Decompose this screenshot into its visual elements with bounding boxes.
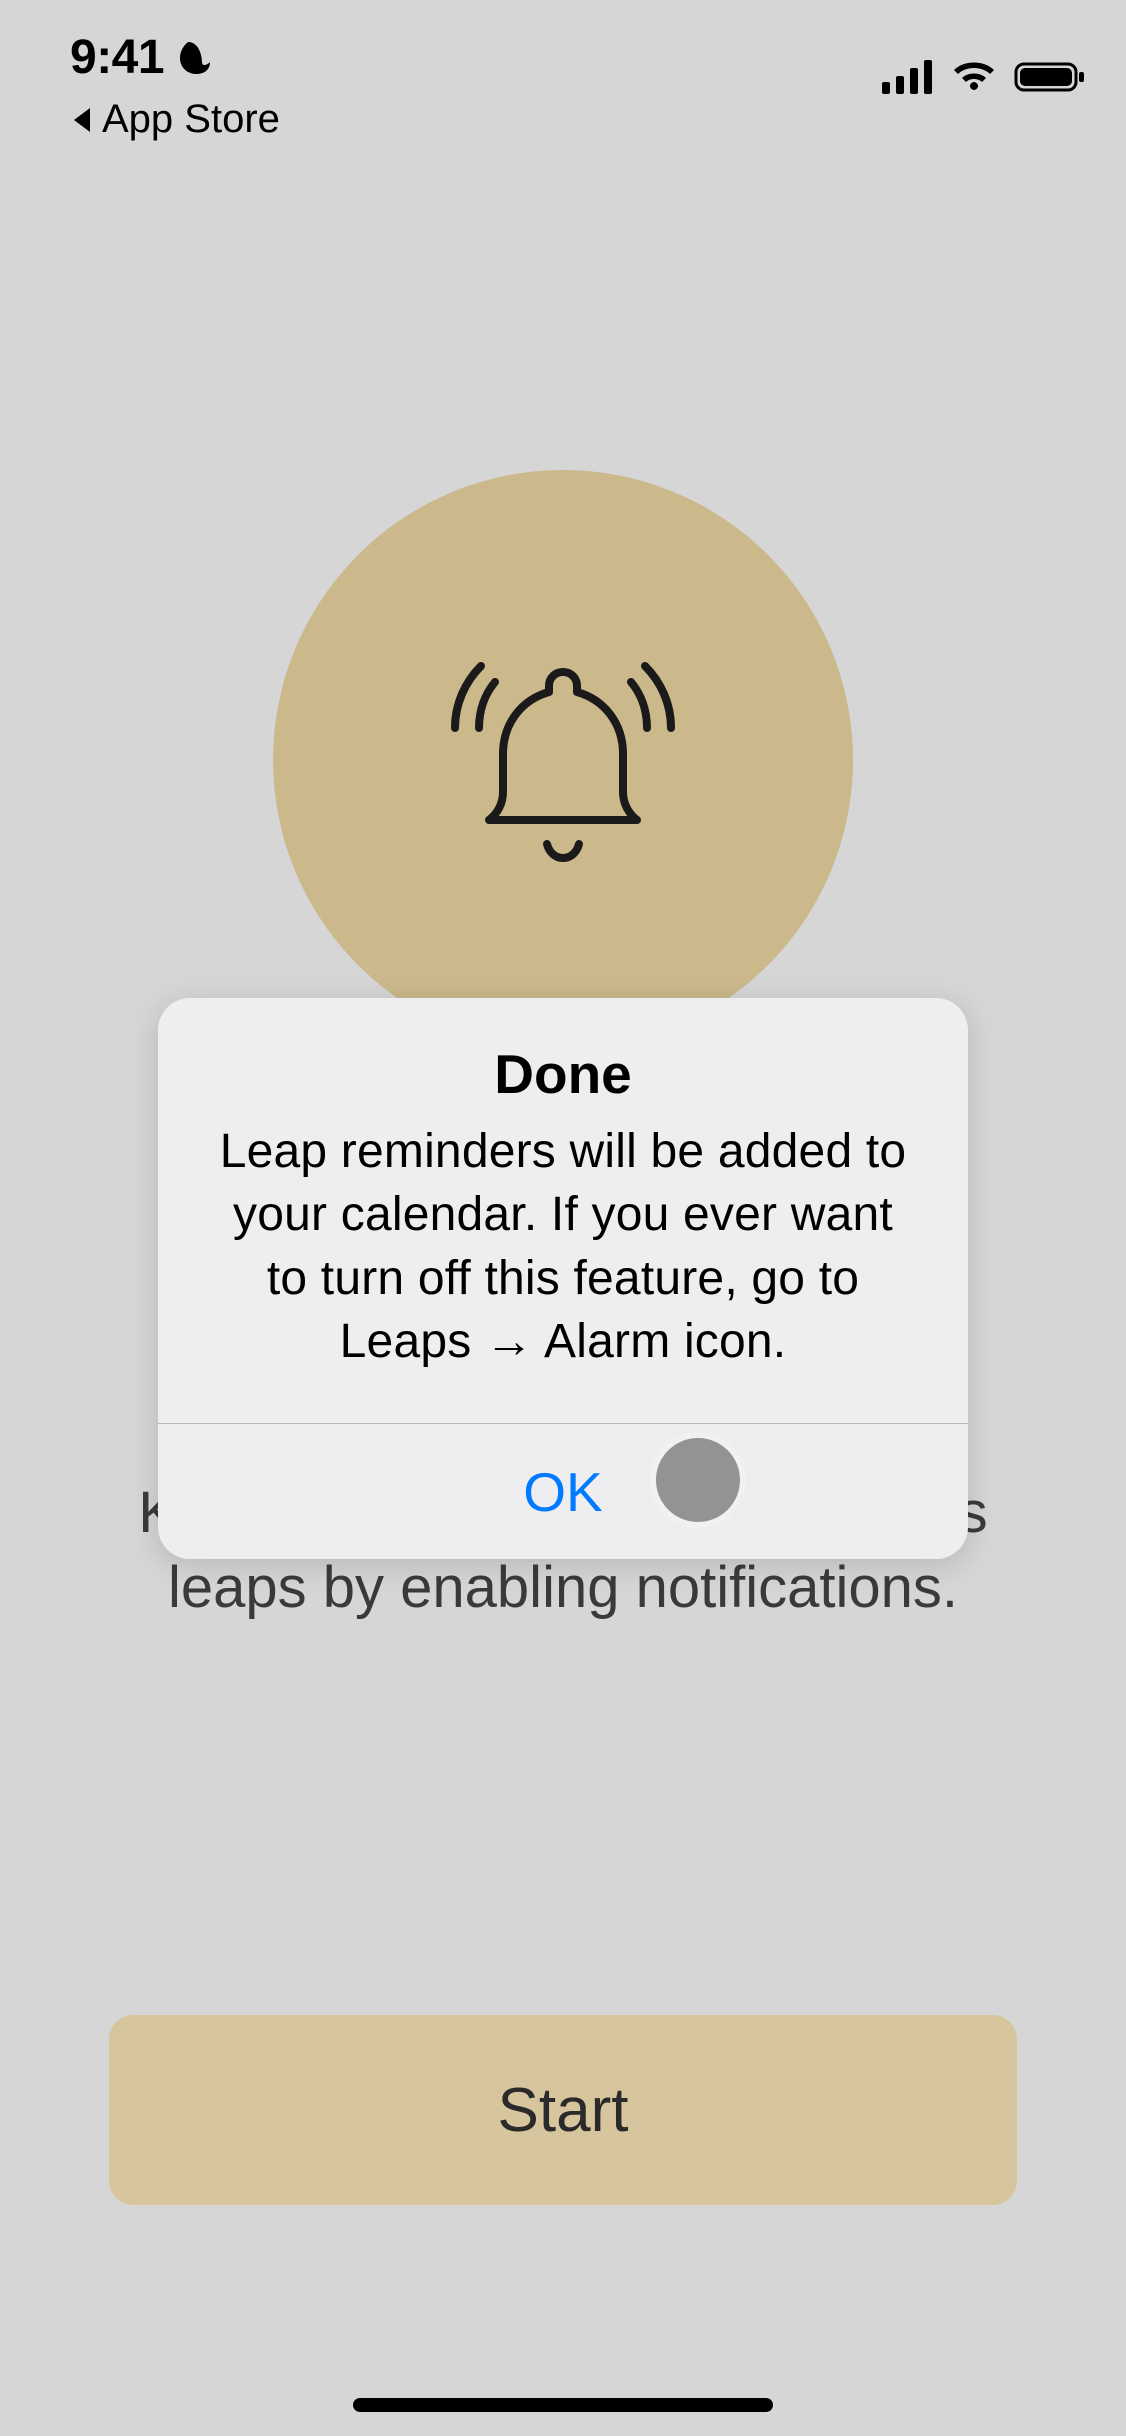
bell-illustration-circle xyxy=(273,470,853,1050)
touch-indicator xyxy=(650,1432,746,1528)
alert-ok-button[interactable]: OK xyxy=(158,1424,968,1559)
alert-message: Leap reminders will be added to your cal… xyxy=(208,1120,918,1373)
battery-icon xyxy=(1014,60,1086,94)
status-time: 9:41 xyxy=(70,30,164,85)
alert-ok-label: OK xyxy=(523,1460,602,1524)
do-not-disturb-icon xyxy=(174,38,214,78)
back-label: App Store xyxy=(102,97,280,142)
home-indicator[interactable] xyxy=(353,2398,773,2412)
start-button-label: Start xyxy=(498,2075,629,2146)
bell-ringing-icon xyxy=(433,630,693,890)
back-chevron-icon xyxy=(70,106,92,134)
cellular-signal-icon xyxy=(882,60,934,94)
status-bar: 9:41 App Store xyxy=(0,0,1126,150)
back-to-app-store[interactable]: App Store xyxy=(70,97,280,142)
alert-title: Done xyxy=(208,1042,918,1106)
wifi-icon xyxy=(950,60,998,94)
illustration xyxy=(0,470,1126,1050)
done-alert: Done Leap reminders will be added to you… xyxy=(158,998,968,1559)
start-button[interactable]: Start xyxy=(109,2015,1017,2205)
